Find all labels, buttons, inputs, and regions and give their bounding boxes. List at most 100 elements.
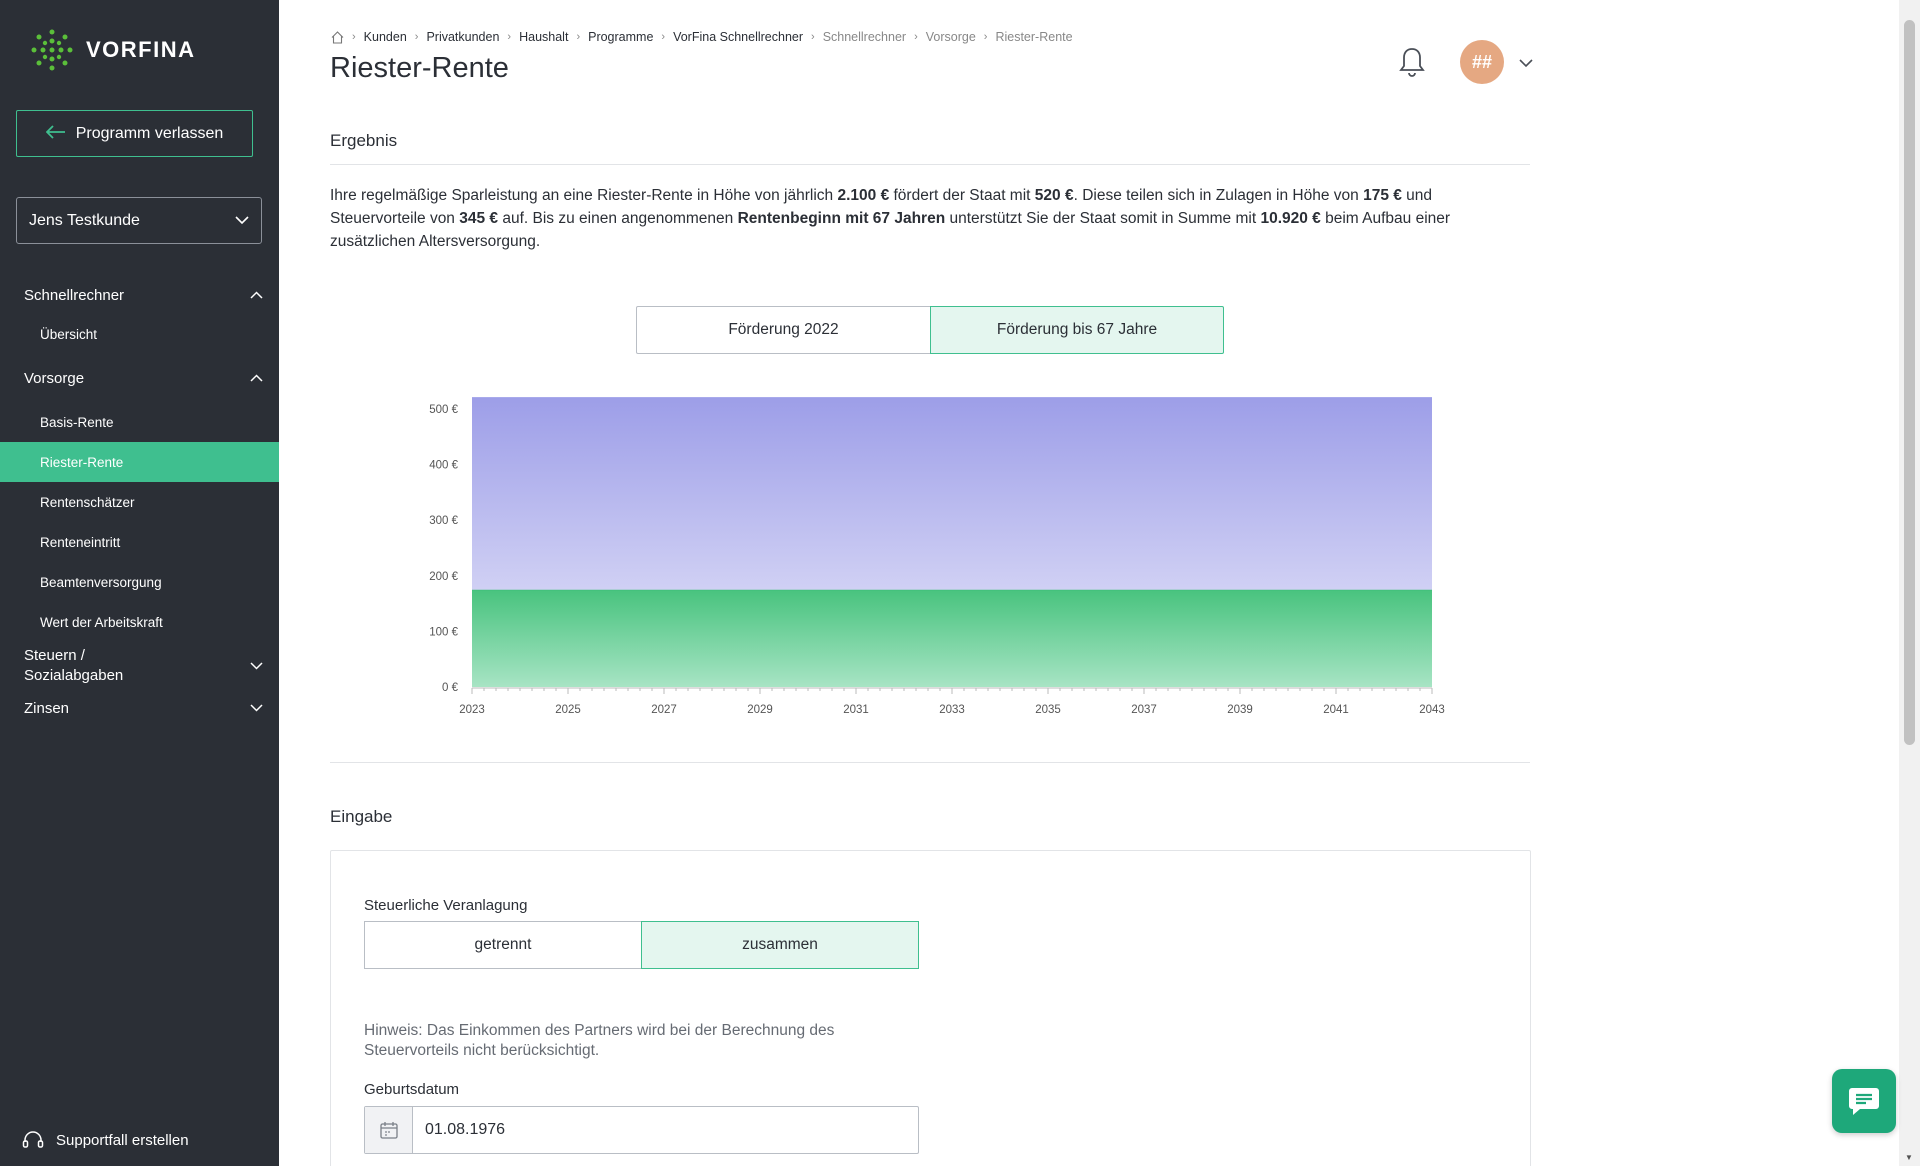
x-tick-label: 2035 [1035,704,1061,716]
scrollbar-thumb[interactable] [1904,20,1915,745]
chart-area-series-1[interactable] [472,397,1432,590]
sidebar-item-label: Rentenschätzer [40,494,135,510]
avatar[interactable]: ## [1460,40,1504,84]
exit-program-button[interactable]: Programm verlassen [16,110,253,157]
x-tick-label: 2023 [459,704,485,716]
divider [330,762,1530,763]
notifications-bell-icon[interactable] [1397,46,1427,83]
customer-name: Jens Testkunde [29,211,140,229]
breadcrumb-privatkunden[interactable]: Privatkunden [426,30,499,44]
result-heading: Ergebnis [330,131,398,150]
chat-button[interactable] [1832,1069,1896,1133]
chevron-right-icon: › [811,31,815,43]
create-support-case-button[interactable]: Supportfall erstellen [22,1130,189,1150]
main-content: › Kunden › Privatkunden › Haushalt › Pro… [279,0,1899,1166]
page-title: Riester-Rente [330,52,509,84]
breadcrumb-kunden[interactable]: Kunden [364,30,407,44]
x-tick-label: 2041 [1323,704,1349,716]
partner-income-hint: Hinweis: Das Einkommen des Partners wird… [364,1022,835,1059]
result-highlight-value: 2.100 € [837,187,890,204]
chevron-right-icon: › [507,31,512,43]
chevron-right-icon: › [661,31,666,43]
y-tick-label: 100 € [429,626,458,638]
toggle-foerderung-bis-67[interactable]: Förderung bis 67 Jahre [930,306,1224,354]
result-highlight-value: 10.920 € [1260,210,1321,227]
input-card: Steuerliche Veranlagung getrennt zusamme… [330,850,1531,1166]
sidebar-nav: Schnellrechner Übersicht Vorsorge Basis-… [0,280,279,726]
headset-icon [22,1131,44,1148]
result-text-part: Ihre regelmäßige Sparleistung an eine Ri… [330,187,838,204]
sidebar: VORFINA Programm verlassen Jens Testkund… [0,0,279,1166]
breadcrumb-vorfina-schnellrechner[interactable]: VorFina Schnellrechner [673,30,803,44]
y-tick-label: 500 € [429,404,458,416]
result-text-part: . Diese teilen sich in Zulagen in Höhe v… [1073,187,1364,204]
breadcrumb: › Kunden › Privatkunden › Haushalt › Pro… [331,30,1073,44]
nav-group-vorsorge[interactable]: Vorsorge [0,354,279,402]
sidebar-item-riester-rente[interactable]: Riester-Rente [0,442,279,482]
breadcrumb-vorsorge[interactable]: Vorsorge [926,30,976,44]
birthdate-label: Geburtsdatum [364,1081,460,1098]
logo-text: VORFINA [86,37,196,62]
exit-program-label: Programm verlassen [75,124,224,142]
chevron-right-icon: › [414,31,419,43]
x-tick-label: 2043 [1419,704,1445,716]
tax-assessment-label: Steuerliche Veranlagung [364,897,528,914]
x-tick-label: 2027 [651,704,677,716]
chevron-down-icon [250,704,263,712]
home-icon[interactable] [331,30,344,44]
chevron-right-icon: › [576,31,581,43]
logo[interactable]: VORFINA [28,26,196,74]
sidebar-item-renteneintritt[interactable]: Renteneintritt [0,522,279,562]
chevron-down-icon[interactable] [1519,55,1533,73]
result-highlight-value: 520 € [1034,187,1074,204]
vorfina-logo-icon [31,29,73,71]
y-tick-label: 400 € [429,460,458,472]
result-text: Ihre regelmäßige Sparleistung an eine Ri… [330,184,1530,253]
nav-group-label: Schnellrechner [24,286,125,304]
chevron-right-icon: › [914,31,918,43]
breadcrumb-schnellrechner[interactable]: Schnellrechner [823,30,906,44]
nav-group-schnellrechner[interactable]: Schnellrechner [0,280,279,310]
customer-select[interactable]: Jens Testkunde [16,197,262,244]
funding-chart: 0 € 100 € 200 € 300 € 400 € 500 € 2023 2025 2027… [429,397,1445,716]
chevron-down-icon [235,216,249,225]
tax-option-getrennt[interactable]: getrennt [364,921,642,969]
tax-option-zusammen[interactable]: zusammen [641,921,919,969]
sidebar-item-basis-rente[interactable]: Basis-Rente [0,402,279,442]
birthdate-field[interactable]: 01.08.1976 [364,1106,919,1154]
breadcrumb-programme[interactable]: Programme [588,30,653,44]
result-text-part: auf. Bis zu einen angenommenen [498,210,738,227]
result-text-part: fördert der Staat mit [889,187,1035,204]
nav-group-steuern[interactable]: Steuern / Sozialabgaben [0,642,279,690]
chevron-up-icon [250,374,263,382]
nav-group-label: Zinsen [24,699,70,717]
toggle-foerderung-2022[interactable]: Förderung 2022 [636,306,931,354]
chevron-right-icon: › [983,31,988,43]
chart-area-series-0[interactable] [472,589,1432,687]
sidebar-item-label: Wert der Arbeitskraft [40,614,163,630]
result-highlight-value: 345 € [459,210,499,227]
sidebar-item-label: Beamtenversorgung [40,574,162,590]
funding-toggle: Förderung 2022 Förderung bis 67 Jahre [636,306,1224,354]
result-highlight-value: 175 € [1363,187,1402,204]
scroll-down-arrow-icon[interactable]: ▼ [1905,1153,1913,1162]
y-tick-label: 200 € [429,571,458,583]
tax-assessment-toggle: getrennt zusammen [364,921,919,969]
sidebar-item-rentenschaetzer[interactable]: Rentenschätzer [0,482,279,522]
breadcrumb-haushalt[interactable]: Haushalt [519,30,568,44]
nav-group-label: Vorsorge [24,369,85,387]
arrow-left-icon [45,123,66,144]
x-tick-label: 2039 [1227,704,1253,716]
sidebar-item-label: Übersicht [40,326,98,342]
x-tick-label: 2029 [747,704,773,716]
sidebar-item-beamtenversorgung[interactable]: Beamtenversorgung [0,562,279,602]
x-tick-label: 2031 [843,704,869,716]
scrollbar[interactable]: ▼ [1899,0,1920,1166]
chat-icon [1849,1088,1879,1115]
sidebar-item-wert-der-arbeitskraft[interactable]: Wert der Arbeitskraft [0,602,279,642]
sidebar-item-uebersicht[interactable]: Übersicht [0,314,279,354]
calendar-icon[interactable] [365,1107,413,1153]
result-text-part: unterstützt Sie der Staat somit in Summe… [945,210,1261,227]
chevron-up-icon [250,291,263,299]
nav-group-zinsen[interactable]: Zinsen [0,690,279,726]
